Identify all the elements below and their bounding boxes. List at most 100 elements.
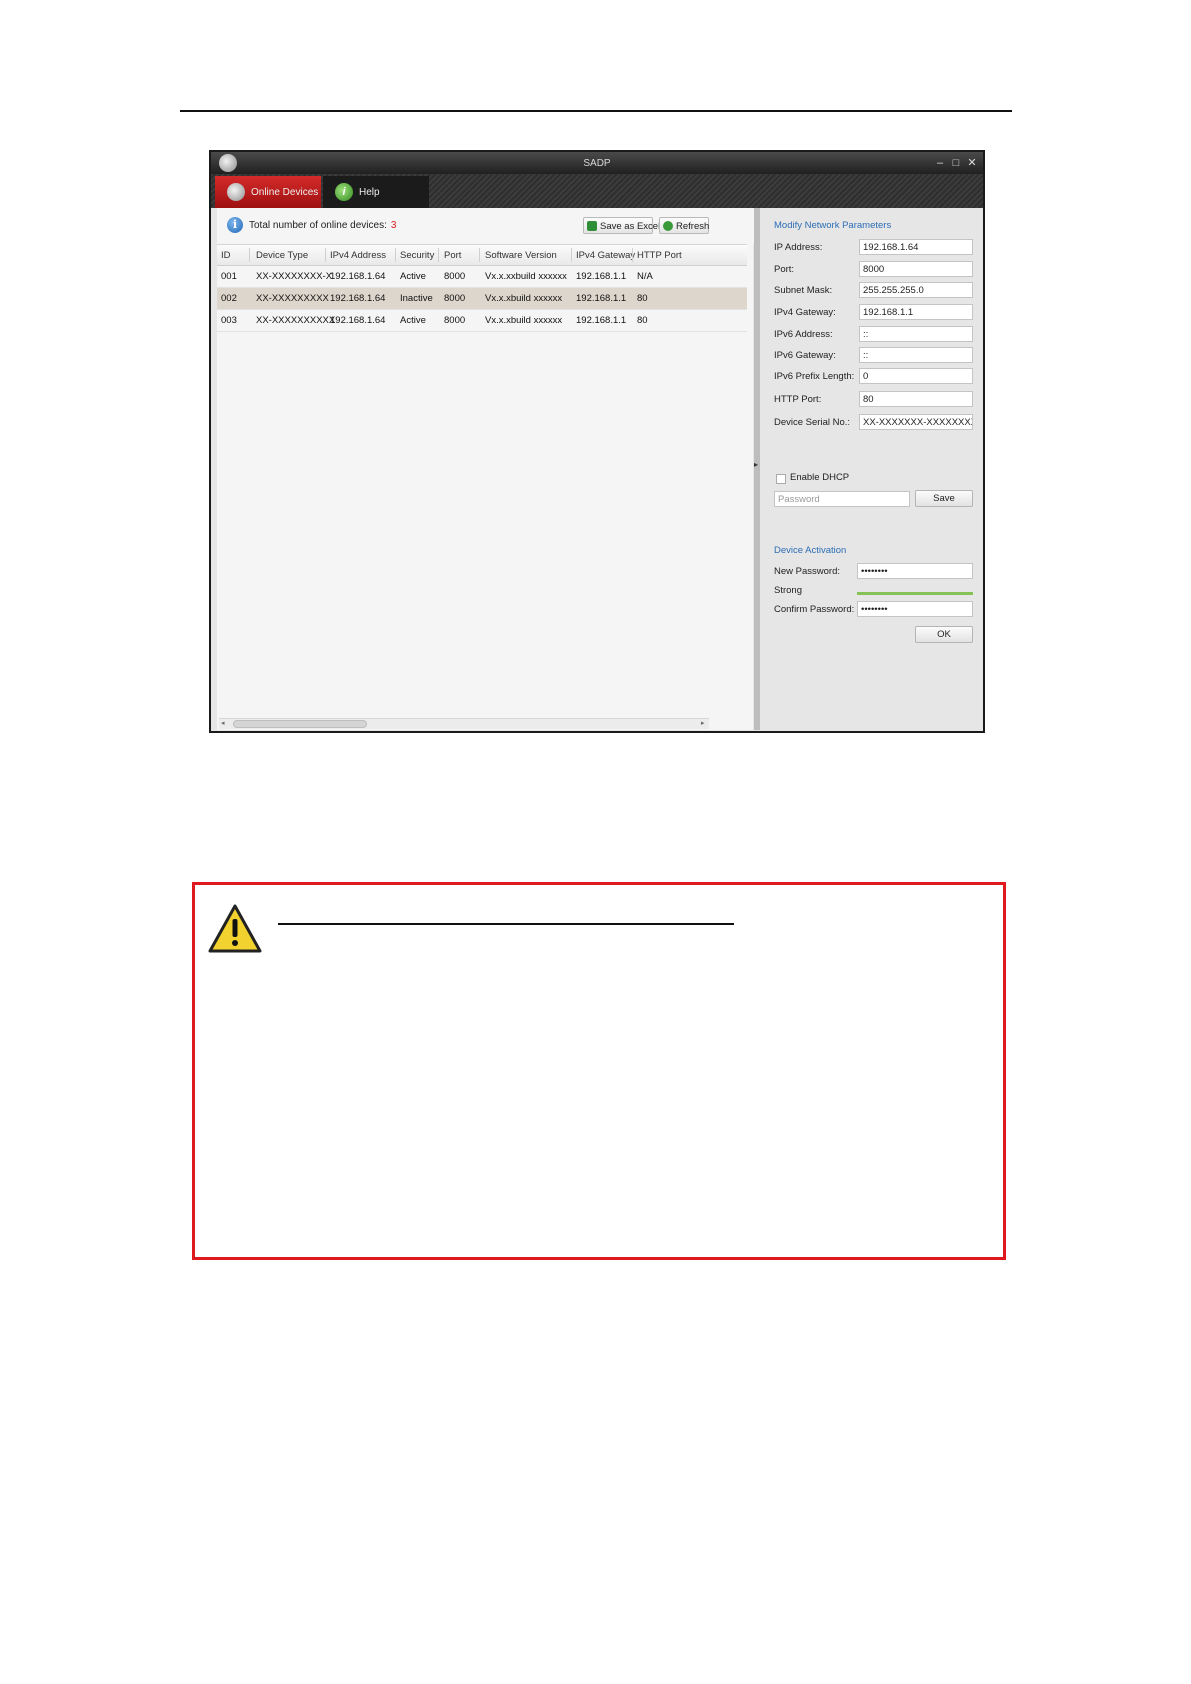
device-list-pane: i Total number of online devices: 3 Save … <box>217 208 759 730</box>
scroll-thumb[interactable] <box>233 720 367 728</box>
refresh-icon <box>663 221 673 231</box>
cell-device-type: XX-XXXXXXXXXX <box>256 315 336 326</box>
cell-ipv4: 192.168.1.64 <box>330 315 386 326</box>
column-header[interactable]: IPv4 Gateway <box>576 250 635 261</box>
device-table: ID Device Type IPv4 Address Security Por… <box>217 244 747 332</box>
cell-gateway: 192.168.1.1 <box>576 271 627 282</box>
tab-label: Online Devices <box>251 187 319 198</box>
column-header[interactable]: ID <box>221 250 231 261</box>
column-header[interactable]: IPv4 Address <box>330 250 386 261</box>
window-title: SADP <box>583 158 611 169</box>
search-icon <box>227 183 245 201</box>
ipv4-gateway-input[interactable]: 192.168.1.1 <box>859 304 973 320</box>
enable-dhcp-label: Enable DHCP <box>790 472 850 483</box>
device-activation-title: Device Activation <box>774 545 847 556</box>
sadp-window: SADP – □ ✕ Online Devices i Help i Total… <box>209 150 985 733</box>
http-port-label: HTTP Port: <box>774 394 822 405</box>
info-icon: i <box>227 217 243 233</box>
maximize-icon[interactable]: □ <box>949 156 963 170</box>
ipv6-gateway-label: IPv6 Gateway: <box>774 350 836 361</box>
strength-label: Strong <box>774 585 802 596</box>
port-label: Port: <box>774 264 795 275</box>
column-header[interactable]: Port <box>444 250 461 261</box>
ipv6-prefix-length-input[interactable]: 0 <box>859 368 973 384</box>
table-row[interactable]: 001 XX-XXXXXXXX-X 192.168.1.64 Active 80… <box>217 266 747 288</box>
cell-id: 003 <box>221 315 237 326</box>
port-input[interactable]: 8000 <box>859 261 973 277</box>
page-header-rule <box>180 110 1012 112</box>
total-devices-label: Total number of online devices: <box>249 220 387 231</box>
help-icon: i <box>335 183 353 201</box>
ip-address-label: IP Address: <box>774 242 823 253</box>
title-bar: SADP – □ ✕ <box>211 152 983 174</box>
new-password-label: New Password: <box>774 566 840 577</box>
warning-title-rule <box>278 923 734 925</box>
scroll-right-icon[interactable]: ▸ <box>701 719 705 727</box>
tab-label: Help <box>359 187 380 198</box>
column-header[interactable]: Device Type <box>256 250 308 261</box>
warning-triangle-icon <box>208 904 262 953</box>
parameters-pane: Modify Network Parameters IP Address: 19… <box>760 208 983 730</box>
table-row[interactable]: 003 XX-XXXXXXXXXX 192.168.1.64 Active 80… <box>217 310 747 332</box>
device-serial-input[interactable]: XX-XXXXXXX-XXXXXXXX <box>859 414 973 430</box>
password-strength-bar <box>857 592 973 595</box>
subnet-mask-input[interactable]: 255.255.255.0 <box>859 282 973 298</box>
subnet-mask-label: Subnet Mask: <box>774 285 833 296</box>
ip-address-input[interactable]: 192.168.1.64 <box>859 239 973 255</box>
collapse-arrow-icon[interactable]: ▸ <box>754 460 758 469</box>
save-as-excel-button[interactable]: Save as Excel <box>583 217 660 234</box>
cell-port: 8000 <box>444 293 466 304</box>
ipv6-address-input[interactable]: :: <box>859 326 973 342</box>
new-password-input[interactable]: •••••••• <box>857 563 973 579</box>
cell-security: Active <box>400 315 426 326</box>
excel-icon <box>587 221 597 231</box>
column-header[interactable]: HTTP Port <box>637 250 682 261</box>
column-header[interactable]: Software Version <box>485 250 557 261</box>
device-toolbar: i Total number of online devices: 3 Save … <box>217 208 754 242</box>
refresh-label: Refresh <box>676 221 710 232</box>
confirm-password-input[interactable]: •••••••• <box>857 601 973 617</box>
ipv6-address-label: IPv6 Address: <box>774 329 833 340</box>
modify-network-parameters-title: Modify Network Parameters <box>774 220 892 231</box>
device-serial-label: Device Serial No.: <box>774 417 851 428</box>
cell-software: Vx.x.xxbuild xxxxxx <box>485 271 567 282</box>
cell-port: 8000 <box>444 315 466 326</box>
cell-device-type: XX-XXXXXXXXX <box>256 293 329 304</box>
ipv6-gateway-input[interactable]: :: <box>859 347 973 363</box>
cell-software: Vx.x.xbuild xxxxxx <box>485 293 563 304</box>
http-port-input[interactable]: 80 <box>859 391 973 407</box>
tab-online-devices[interactable]: Online Devices <box>215 176 321 208</box>
table-header: ID Device Type IPv4 Address Security Por… <box>217 244 747 266</box>
tab-help[interactable]: i Help <box>323 176 429 208</box>
refresh-button[interactable]: Refresh <box>659 217 709 234</box>
cell-http-port: 80 <box>637 315 648 326</box>
close-icon[interactable]: ✕ <box>965 156 979 170</box>
save-as-excel-label: Save as Excel <box>600 221 661 232</box>
cell-security: Active <box>400 271 426 282</box>
cell-software: Vx.x.xbuild xxxxxx <box>485 315 563 326</box>
ok-button[interactable]: OK <box>915 626 973 643</box>
cell-http-port: 80 <box>637 293 648 304</box>
enable-dhcp-checkbox[interactable] <box>776 474 786 484</box>
table-row-selected[interactable]: 002 XX-XXXXXXXXX 192.168.1.64 Inactive 8… <box>217 288 747 310</box>
cell-gateway: 192.168.1.1 <box>576 315 627 326</box>
cell-http-port: N/A <box>637 271 653 282</box>
cell-id: 002 <box>221 293 237 304</box>
cell-gateway: 192.168.1.1 <box>576 293 627 304</box>
minimize-icon[interactable]: – <box>933 156 947 170</box>
ipv6-prefix-length-label: IPv6 Prefix Length: <box>774 371 855 382</box>
horizontal-scrollbar[interactable]: ◂ ▸ <box>219 718 709 729</box>
total-devices-count: 3 <box>390 220 397 231</box>
cell-id: 001 <box>221 271 237 282</box>
warning-box <box>192 882 1006 1260</box>
save-button[interactable]: Save <box>915 490 973 507</box>
admin-password-input[interactable]: Password <box>774 491 910 507</box>
tab-bar: Online Devices i Help <box>211 174 983 208</box>
cell-port: 8000 <box>444 271 466 282</box>
scroll-left-icon[interactable]: ◂ <box>221 719 225 727</box>
cell-ipv4: 192.168.1.64 <box>330 271 386 282</box>
cell-device-type: XX-XXXXXXXX-X <box>256 271 333 282</box>
cell-security: Inactive <box>400 293 433 304</box>
confirm-password-label: Confirm Password: <box>774 604 855 615</box>
column-header[interactable]: Security <box>400 250 434 261</box>
